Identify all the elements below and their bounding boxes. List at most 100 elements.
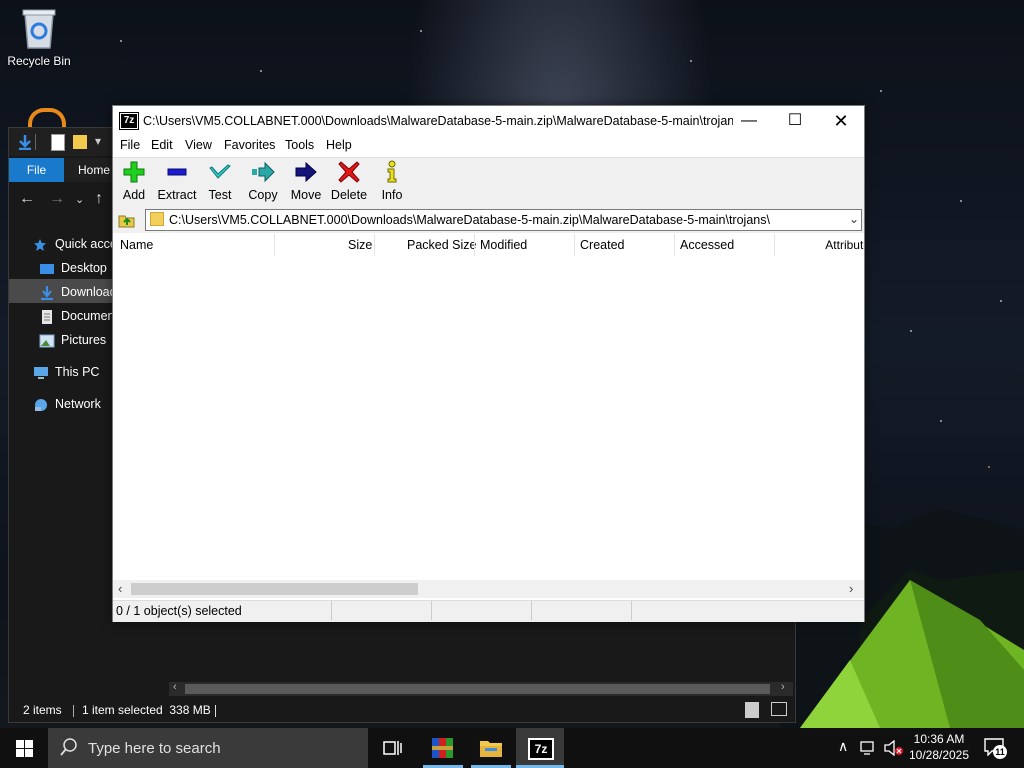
column-header-created[interactable]: Created (580, 238, 624, 252)
show-hidden-icons-chevron-icon[interactable]: ∧ (838, 738, 848, 755)
notification-count-badge: 11 (993, 745, 1007, 759)
column-header-modified[interactable]: Modified (480, 238, 527, 252)
move-label: Move (290, 188, 322, 202)
path-dropdown-icon[interactable]: ⌄ (849, 212, 859, 226)
copy-label: Copy (248, 188, 278, 202)
taskbar-app-winrar[interactable] (419, 728, 467, 768)
clock-time: 10:36 AM (913, 732, 965, 746)
star-icon (33, 238, 49, 252)
qat-dropdown-icon[interactable]: ▾ (95, 134, 101, 148)
menu-help[interactable]: Help (326, 138, 352, 152)
info-icon (380, 160, 404, 184)
info-button[interactable]: Info (370, 160, 414, 202)
explorer-sidebar: Quick access Desktop Downloads Documents… (9, 228, 129, 678)
minimize-icon[interactable]: — (726, 106, 772, 136)
move-arrow-icon (294, 160, 318, 184)
maximize-icon[interactable]: ☐ (772, 106, 818, 136)
task-view-button[interactable] (369, 728, 417, 768)
column-header-attributes-clip: Attributes (775, 238, 864, 252)
copy-arrow-icon (251, 160, 275, 184)
sidebar-item-label: This PC (55, 365, 100, 379)
taskbar-app-file-explorer[interactable] (467, 728, 515, 768)
action-center-button[interactable]: 11 (984, 738, 1007, 759)
scroll-right-icon[interactable]: › (781, 681, 785, 693)
explorer-scroll-thumb[interactable] (185, 684, 770, 694)
properties-icon[interactable] (51, 134, 65, 151)
column-header-name[interactable]: Name (120, 238, 153, 252)
recycle-bin-desktop-icon[interactable]: Recycle Bin (4, 6, 74, 68)
test-button[interactable]: Test (198, 160, 242, 202)
archive-books-icon (432, 738, 453, 758)
explorer-status-bar: 2 items 1 item selected 338 MB (9, 698, 795, 722)
network-icon (33, 398, 49, 412)
download-arrow-icon (39, 285, 55, 300)
add-label: Add (122, 188, 146, 202)
column-header-size[interactable]: Size (348, 238, 372, 252)
up-arrow-icon[interactable]: ↑ (95, 190, 103, 208)
column-header-accessed[interactable]: Accessed (680, 238, 734, 252)
computer-icon (33, 366, 49, 380)
plus-icon (122, 160, 146, 184)
document-icon (39, 309, 55, 324)
move-button[interactable]: Move (284, 160, 328, 202)
7zip-taskbar-icon: 7z (528, 738, 554, 760)
large-icons-view-icon[interactable] (771, 702, 787, 716)
info-label: Info (381, 188, 403, 202)
menu-favorites[interactable]: Favorites (224, 138, 275, 152)
window-title: C:\Users\VM5.COLLABNET.000\Downloads\Mal… (143, 114, 733, 128)
column-header-packed-size[interactable]: Packed Size (407, 238, 476, 252)
sidebar-item-label: Pictures (61, 333, 107, 347)
clock-date: 10/28/2025 (908, 748, 970, 762)
delete-x-icon (337, 160, 361, 184)
copy-button[interactable]: Copy (241, 160, 285, 202)
search-placeholder: Type here to search (88, 740, 221, 757)
menu-file[interactable]: File (120, 138, 140, 152)
selection-status: 0 / 1 object(s) selected (116, 604, 242, 618)
desktop-folder-icon (39, 262, 55, 276)
explorer-selection-info: 1 item selected 338 MB (82, 703, 211, 717)
recycle-bin-icon (19, 6, 59, 50)
start-button[interactable] (0, 728, 48, 768)
delete-label: Delete (330, 188, 368, 202)
scroll-left-icon[interactable]: ‹ (118, 581, 122, 596)
system-clock[interactable]: 10:36 AM 10/28/2025 (900, 731, 978, 763)
windows-logo-icon (16, 740, 33, 757)
scroll-right-icon[interactable]: › (849, 581, 853, 596)
file-list[interactable] (113, 257, 864, 580)
7zip-app-icon: 7z (119, 112, 139, 130)
list-scroll-thumb[interactable] (131, 583, 418, 595)
folder-icon (480, 741, 502, 757)
download-arrow-icon[interactable] (17, 134, 33, 150)
extract-button[interactable]: Extract (155, 160, 199, 202)
path-text: C:\Users\VM5.COLLABNET.000\Downloads\Mal… (169, 213, 770, 227)
task-view-icon (383, 741, 402, 755)
minus-icon (165, 160, 189, 184)
pictures-icon (39, 334, 55, 348)
menu-tools[interactable]: Tools (285, 138, 314, 152)
ribbon-tab-home[interactable]: Home (71, 158, 117, 182)
recent-locations-chevron-icon[interactable]: ⌄ (75, 193, 84, 206)
7zip-file-manager-window[interactable]: 7z C:\Users\VM5.COLLABNET.000\Downloads\… (112, 105, 865, 622)
delete-button[interactable]: Delete (327, 160, 371, 202)
details-view-icon[interactable] (745, 702, 759, 718)
scroll-left-icon[interactable]: ‹ (173, 681, 177, 693)
column-header-attributes[interactable]: Attributes (825, 238, 864, 252)
extract-label: Extract (157, 188, 197, 202)
ribbon-tab-file[interactable]: File (9, 158, 64, 182)
forward-arrow-icon[interactable]: → (49, 190, 65, 208)
up-folder-icon[interactable] (118, 211, 136, 229)
sidebar-item-label: Desktop (61, 261, 107, 275)
test-label: Test (208, 188, 232, 202)
checkmark-icon (208, 160, 232, 184)
menu-edit[interactable]: Edit (151, 138, 173, 152)
network-disconnected-icon[interactable] (860, 740, 878, 756)
recycle-bin-label: Recycle Bin (7, 54, 71, 68)
menu-view[interactable]: View (185, 138, 212, 152)
sidebar-item-label: Network (55, 397, 101, 411)
add-button[interactable]: Add (112, 160, 156, 202)
back-arrow-icon[interactable]: ← (19, 190, 35, 208)
taskbar-app-7zip[interactable]: 7z (516, 728, 564, 768)
new-folder-icon[interactable] (73, 135, 87, 149)
folder-icon (150, 212, 164, 226)
close-icon[interactable]: ✕ (818, 106, 864, 136)
